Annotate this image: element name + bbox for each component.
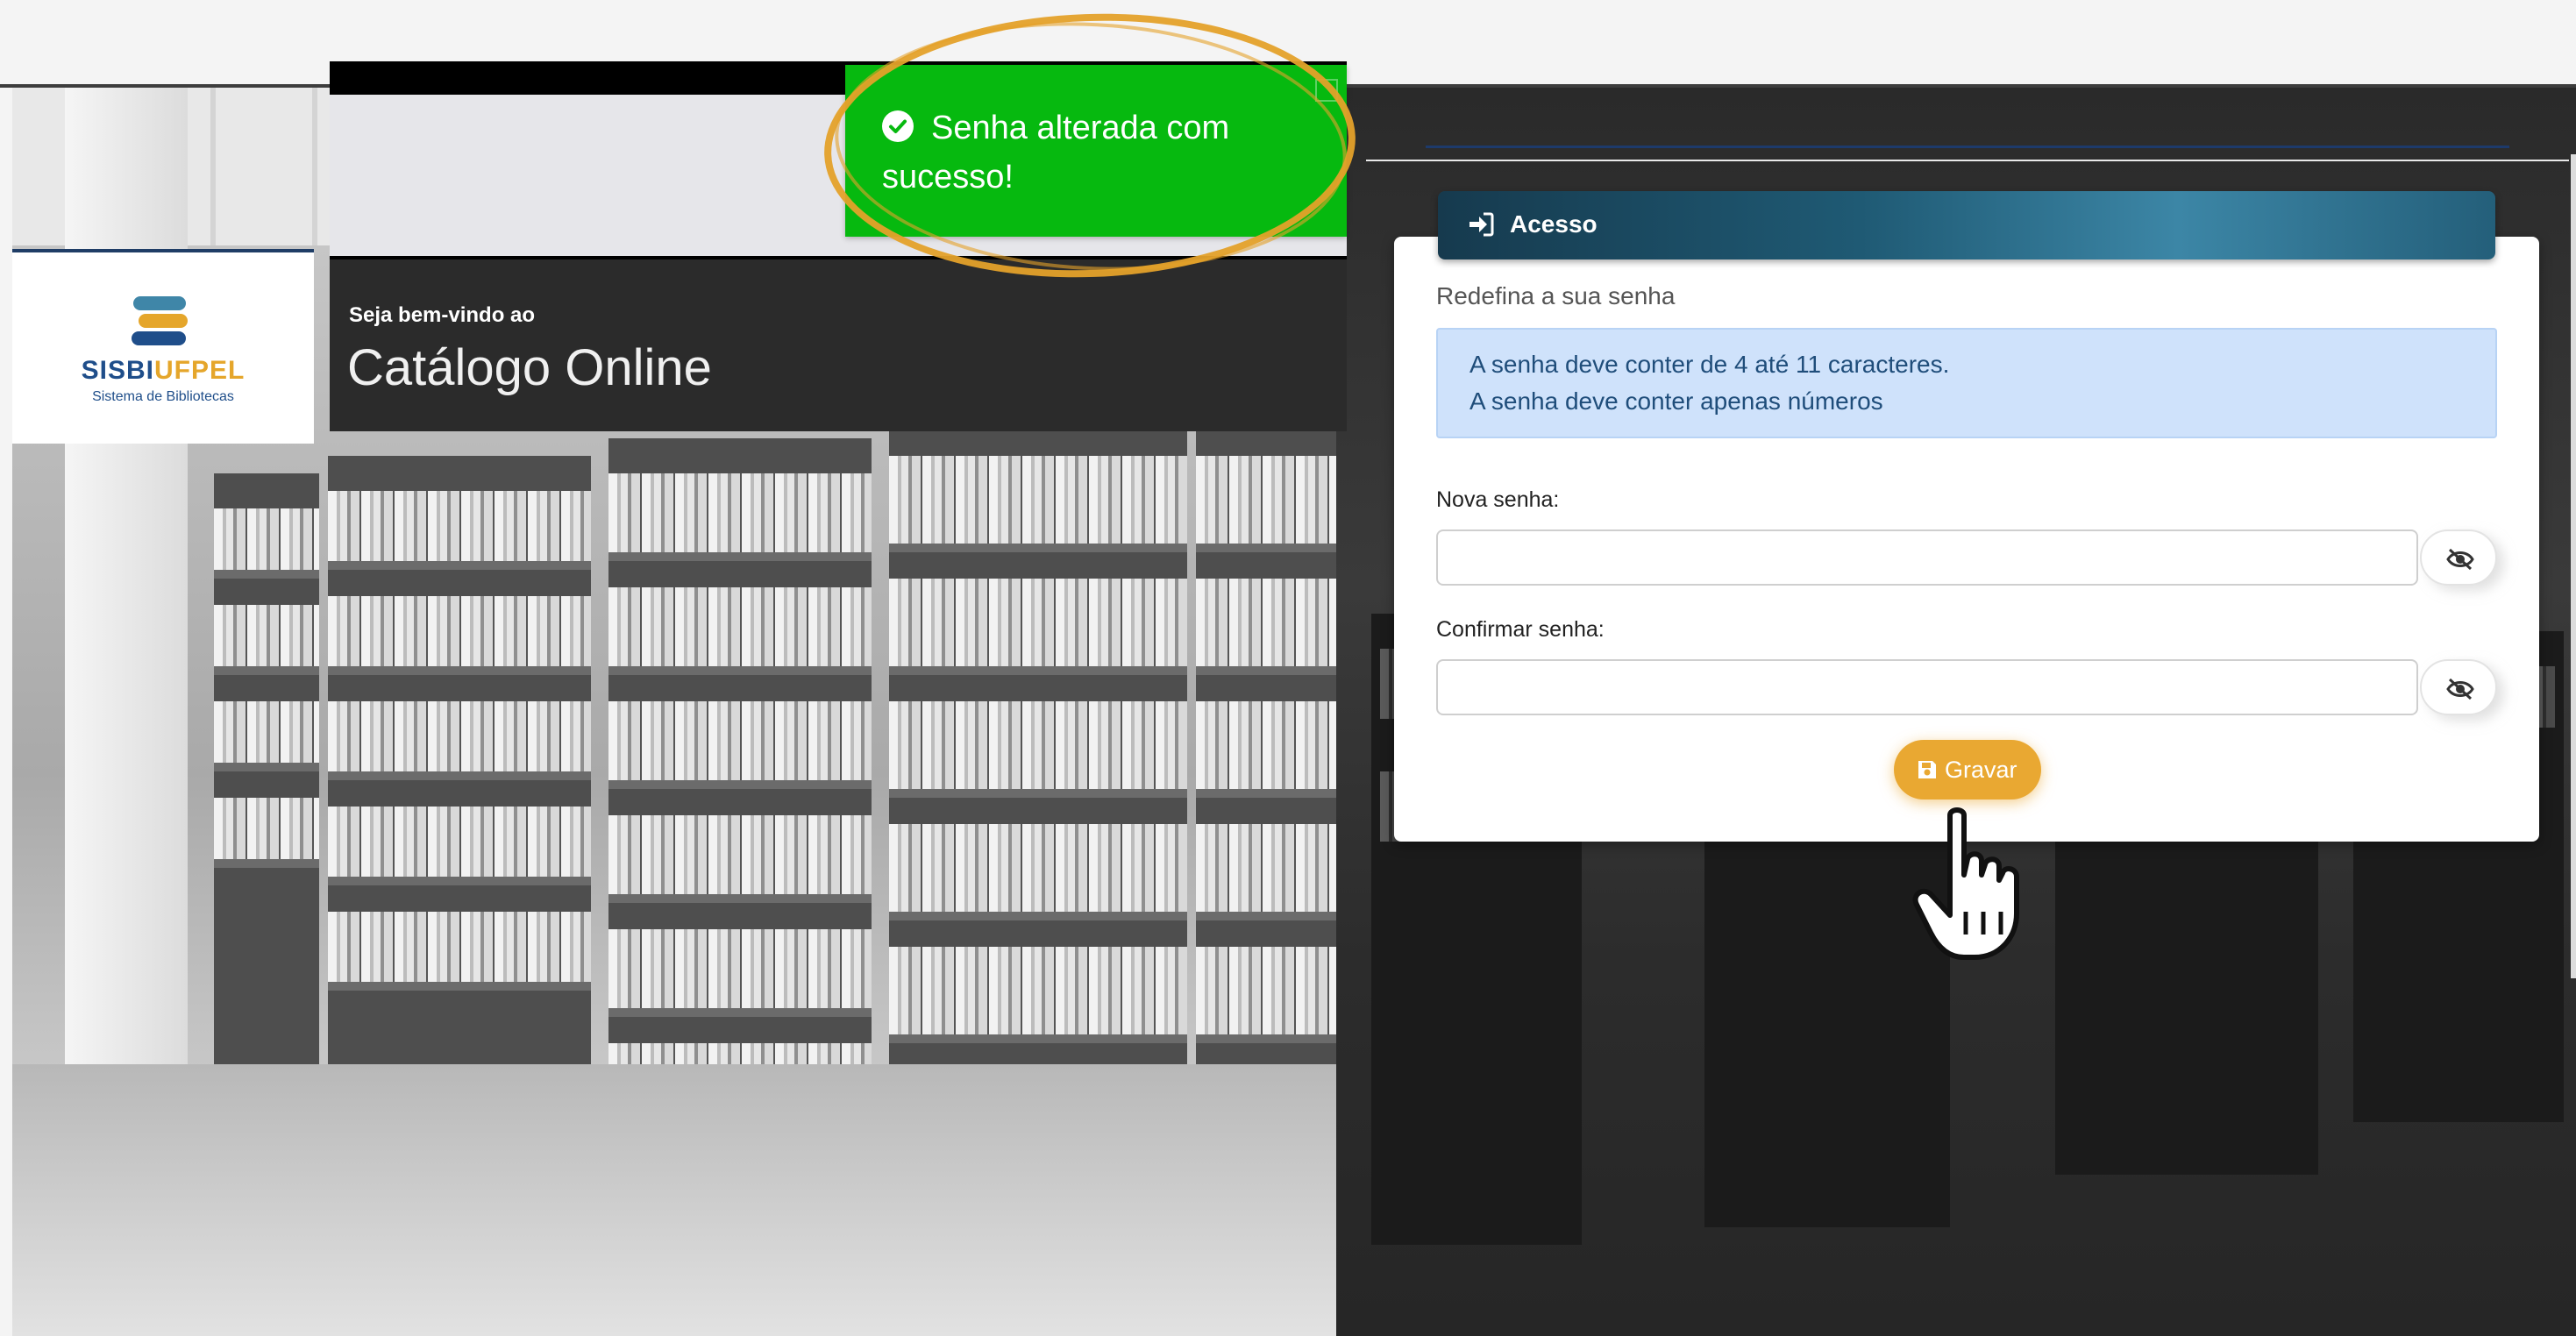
- rule-digits: A senha deve conter apenas números: [1469, 387, 1883, 415]
- right-edge-bar: [2571, 154, 2576, 978]
- new-password-label: Nova senha:: [1436, 487, 1560, 512]
- card-header-title: Acesso: [1510, 210, 1598, 238]
- welcome-text: Seja bem-vindo ao: [349, 303, 536, 327]
- sign-in-icon: [1469, 212, 1494, 237]
- rule-length: A senha deve conter de 4 até 11 caracter…: [1469, 351, 1950, 378]
- save-button-label: Gravar: [1945, 757, 2017, 783]
- password-rules-alert: A senha deve conter de 4 até 11 caracter…: [1436, 328, 2497, 438]
- logo-title: SISBIUFPEL: [81, 356, 246, 385]
- divider: [1366, 160, 2569, 161]
- page-title: Catálogo Online: [347, 339, 712, 396]
- save-button[interactable]: Gravar: [1894, 740, 2041, 799]
- book-stack-icon: [132, 296, 188, 345]
- confirm-password-input[interactable]: [1436, 659, 2418, 715]
- card-subtitle: Redefina a sua senha: [1436, 282, 1676, 309]
- nav-underline: [1426, 146, 2509, 148]
- new-password-input[interactable]: [1436, 529, 2418, 586]
- save-icon: [1918, 761, 1936, 778]
- card-header: Acesso: [1438, 191, 2495, 259]
- confirm-password-label: Confirmar senha:: [1436, 617, 1605, 642]
- header-title-area: Seja bem-vindo ao Catálogo Online: [330, 259, 1347, 431]
- eye-slash-icon: [2446, 678, 2474, 700]
- eye-slash-icon: [2446, 548, 2474, 571]
- screen: SISBIUFPEL Sistema de Bibliotecas Seja b…: [0, 0, 2576, 1336]
- new-password-toggle-button[interactable]: [2420, 529, 2497, 586]
- sisbi-logo[interactable]: SISBIUFPEL Sistema de Bibliotecas: [12, 249, 314, 444]
- confirm-password-toggle-button[interactable]: [2420, 659, 2497, 715]
- logo-subtitle: Sistema de Bibliotecas: [92, 389, 234, 404]
- hand-pointer-icon: [1912, 807, 2019, 960]
